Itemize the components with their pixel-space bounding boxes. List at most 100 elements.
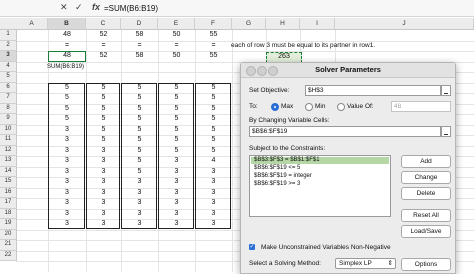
row-header[interactable]: 22 <box>0 250 17 261</box>
select-all-corner[interactable] <box>0 18 17 30</box>
delete-button[interactable]: Delete <box>401 187 451 200</box>
close-window-icon[interactable] <box>246 66 256 76</box>
row-header[interactable]: 2 <box>0 40 17 51</box>
min-label: Min <box>315 103 326 110</box>
row-header[interactable]: 3 <box>0 51 17 62</box>
row-header[interactable]: 21 <box>0 240 17 251</box>
cell[interactable]: 52 <box>86 51 121 62</box>
cell[interactable]: 55 <box>195 51 232 62</box>
cancel-x-icon[interactable]: ✕ <box>60 2 68 13</box>
formula-input[interactable]: =SUM(B6:B19) <box>104 4 158 13</box>
cell[interactable]: = <box>121 41 158 52</box>
column-header[interactable]: G <box>232 18 266 30</box>
row-header[interactable]: 19 <box>0 219 17 230</box>
objective-input[interactable]: $H$3 <box>305 85 441 96</box>
row-header[interactable]: 20 <box>0 229 17 240</box>
confirm-check-icon[interactable]: ✓ <box>75 2 83 13</box>
objective-cell[interactable]: 263 <box>266 52 302 63</box>
objective-collapse-icon[interactable] <box>441 85 451 96</box>
changing-cells-label: By Changing Variable Cells: <box>249 117 330 124</box>
solving-method-value: Simplex LP <box>339 260 372 267</box>
column-header[interactable]: E <box>158 18 195 30</box>
change-button[interactable]: Change <box>401 171 451 184</box>
cell[interactable]: 50 <box>158 51 195 62</box>
row-header[interactable]: 7 <box>0 93 17 104</box>
column-header[interactable]: D <box>121 18 158 30</box>
row-header[interactable]: 9 <box>0 114 17 125</box>
column-header[interactable]: I <box>300 18 335 30</box>
set-objective-label: Set Objective: <box>249 87 290 94</box>
row-header[interactable]: 6 <box>0 82 17 93</box>
cell-label: SUM(B6:B19) <box>47 63 85 70</box>
row-header[interactable]: 11 <box>0 135 17 146</box>
column-border <box>48 82 85 229</box>
row-header[interactable]: 15 <box>0 177 17 188</box>
fx-icon[interactable]: fx <box>92 2 100 12</box>
cell[interactable]: = <box>158 41 195 52</box>
row-header[interactable]: 5 <box>0 72 17 83</box>
column-header[interactable]: F <box>195 18 232 30</box>
constraint-item[interactable]: $B$6:$F$19 >= 3 <box>251 181 389 188</box>
column-header[interactable]: B <box>48 18 86 30</box>
cell[interactable]: = <box>86 41 121 52</box>
row-header[interactable]: 17 <box>0 198 17 209</box>
row-header[interactable]: 14 <box>0 166 17 177</box>
value-of-label: Value Of: <box>347 103 374 110</box>
constraint-item[interactable]: $B$6:$F$19 = integer <box>251 173 389 180</box>
column-header[interactable]: H <box>266 18 300 30</box>
value-of-radio[interactable] <box>337 103 345 111</box>
column-border <box>158 82 194 229</box>
cell[interactable]: 58 <box>121 30 158 41</box>
column-header[interactable]: J <box>335 18 474 30</box>
column-border <box>121 82 157 229</box>
row-header[interactable]: 12 <box>0 145 17 156</box>
formula-bar: ✕ ✓ fx =SUM(B6:B19) <box>0 0 474 17</box>
row-header[interactable]: 1 <box>0 30 17 41</box>
row-header[interactable]: 10 <box>0 124 17 135</box>
chevron-updown-icon: ⇕ <box>387 260 393 267</box>
active-cell-outline <box>48 51 86 62</box>
max-label: Max <box>281 103 294 110</box>
zoom-window-icon[interactable] <box>268 66 278 76</box>
instruction-note: each of row 3 must be equal to its partn… <box>231 41 376 49</box>
nonnegative-label: Make Unconstrained Variables Non-Negativ… <box>261 244 391 251</box>
to-label: To: <box>249 103 258 110</box>
constraint-item[interactable]: $B$3:$F$3 = $B$1:$F$1 <box>251 157 389 164</box>
dialog-title-bar: Solver Parameters <box>241 63 455 78</box>
options-button[interactable]: Options <box>401 258 451 271</box>
row-header[interactable]: 4 <box>0 61 17 72</box>
cell[interactable]: 55 <box>195 30 232 41</box>
column-border <box>195 82 231 229</box>
row-header[interactable]: 18 <box>0 208 17 219</box>
changing-cells-input[interactable]: $B$6:$F$19 <box>249 126 441 137</box>
reset-all-button[interactable]: Reset All <box>401 209 451 222</box>
minimize-window-icon[interactable] <box>257 66 267 76</box>
column-header[interactable]: A <box>16 18 48 30</box>
value-of-input[interactable]: 48 <box>391 101 451 112</box>
max-radio[interactable] <box>271 103 279 111</box>
cell[interactable]: = <box>48 41 86 52</box>
nonnegative-checkbox[interactable]: ✓ <box>249 244 255 250</box>
changing-cells-collapse-icon[interactable] <box>441 126 451 137</box>
solver-parameters-dialog: Solver Parameters Set Objective: $H$3 To… <box>240 62 456 274</box>
cell[interactable]: 58 <box>121 51 158 62</box>
add-button[interactable]: Add <box>401 155 451 168</box>
solving-method-select[interactable]: Simplex LP ⇕ <box>335 258 396 269</box>
min-radio[interactable] <box>305 103 313 111</box>
row-header[interactable]: 16 <box>0 187 17 198</box>
row-header[interactable]: 13 <box>0 156 17 167</box>
load-save-button[interactable]: Load/Save <box>401 225 451 238</box>
cell[interactable]: = <box>195 41 232 52</box>
constraint-item[interactable]: $B$6:$F$19 <= 5 <box>251 165 389 172</box>
cell[interactable]: 52 <box>86 30 121 41</box>
constraints-label: Subject to the Constraints: <box>249 145 326 152</box>
solving-method-label: Select a Solving Method: <box>249 260 321 267</box>
cell[interactable]: 50 <box>158 30 195 41</box>
column-border <box>86 82 120 229</box>
row-header[interactable]: 8 <box>0 103 17 114</box>
constraints-list[interactable]: $B$3:$F$3 = $B$1:$F$1 $B$6:$F$19 <= 5 $B… <box>249 155 391 217</box>
gridline <box>232 30 233 272</box>
dialog-title: Solver Parameters <box>315 65 381 74</box>
column-header[interactable]: C <box>86 18 121 30</box>
cell[interactable]: 48 <box>48 30 86 41</box>
